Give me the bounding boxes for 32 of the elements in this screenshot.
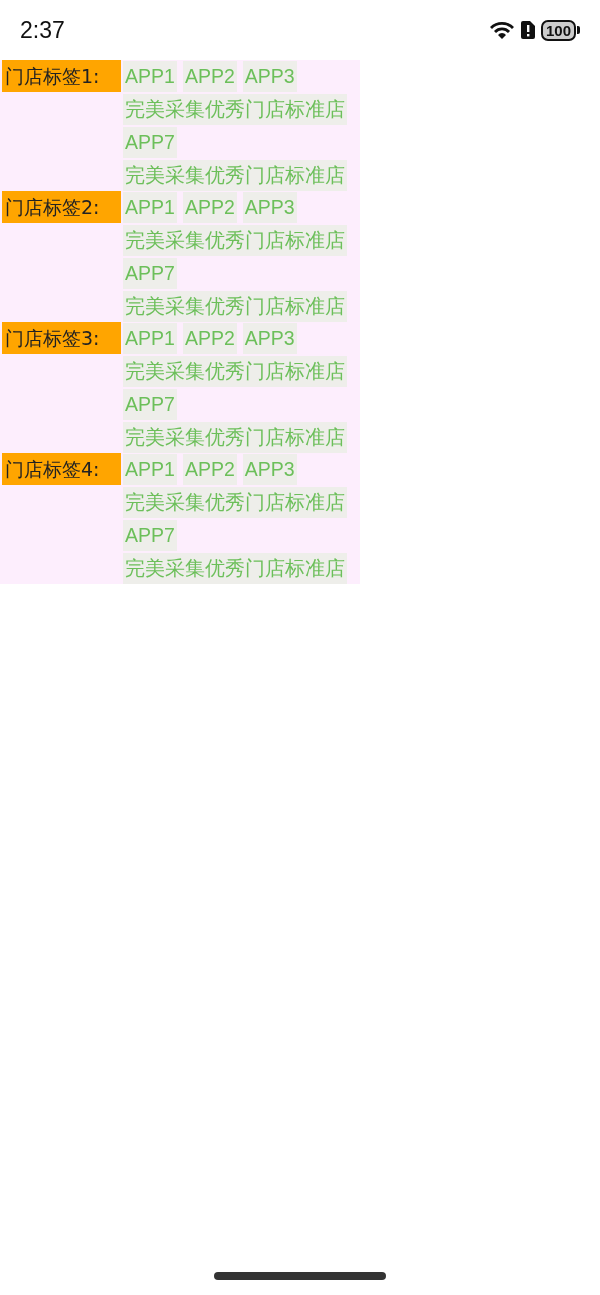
tag-chip: 完美采集优秀门店标准店 (123, 160, 347, 191)
tag-chip: APP7 (123, 258, 177, 289)
tag-chip: APP1 (123, 454, 177, 485)
tag-chip: APP2 (182, 454, 237, 485)
tag-chip: APP2 (182, 61, 237, 92)
store-tag-label: 门店标签3: (2, 322, 121, 354)
store-tag-label: 门店标签2: (2, 191, 121, 223)
tag-chip: APP3 (242, 61, 297, 92)
wifi-icon (488, 20, 515, 40)
tag-chip: APP3 (242, 192, 297, 223)
tag-chip: 完美采集优秀门店标准店 (123, 487, 347, 518)
tag-chip: 完美采集优秀门店标准店 (123, 94, 347, 125)
sim-alert-icon (520, 21, 535, 39)
tag-chip: 完美采集优秀门店标准店 (123, 291, 347, 322)
tag-chip: APP7 (123, 389, 177, 420)
tag-chip: APP3 (242, 323, 297, 354)
tag-chip: APP7 (123, 127, 177, 158)
tag-chip: 完美采集优秀门店标准店 (123, 356, 347, 387)
tag-chip: APP7 (123, 520, 177, 551)
tag-chip: APP1 (123, 61, 177, 92)
tag-chip: APP2 (182, 323, 237, 354)
tag-chip: 完美采集优秀门店标准店 (123, 225, 347, 256)
tag-chip: APP1 (123, 323, 177, 354)
tag-chip: APP3 (242, 454, 297, 485)
battery-level: 100 (540, 19, 576, 41)
store-tag-label: 门店标签1: (2, 60, 121, 92)
tag-chip: 完美采集优秀门店标准店 (123, 553, 347, 584)
tag-chip: 完美采集优秀门店标准店 (123, 422, 347, 453)
tag-chip: APP1 (123, 192, 177, 223)
clock-time: 2:37 (20, 16, 65, 44)
tag-chip: APP2 (182, 192, 237, 223)
store-tag-label: 门店标签4: (2, 453, 121, 485)
